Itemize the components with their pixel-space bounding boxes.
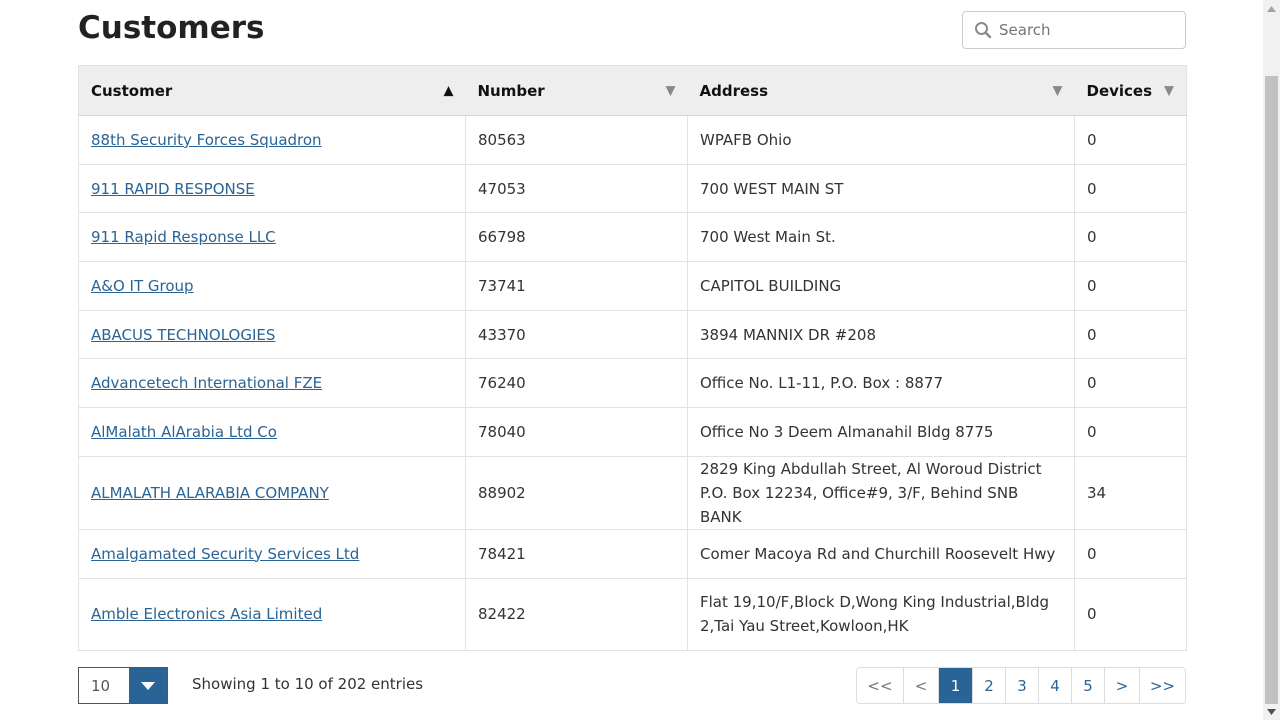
cell-number: 80563 xyxy=(465,115,688,165)
cell-devices: 0 xyxy=(1074,577,1187,651)
cell-number: 78040 xyxy=(465,407,688,457)
search-icon xyxy=(963,12,997,48)
cell-devices: 0 xyxy=(1074,115,1187,165)
cell-address: CAPITOL BUILDING xyxy=(687,261,1075,311)
cell-address: 3894 MANNIX DR #208 xyxy=(687,309,1075,360)
customer-link[interactable]: 911 Rapid Response LLC xyxy=(91,228,276,246)
pagination-page-2[interactable]: 2 xyxy=(972,668,1005,703)
cell-customer: Advancetech International FZE xyxy=(78,358,466,409)
cell-address: 700 West Main St. xyxy=(687,212,1075,263)
table-row: 911 Rapid Response LLC 66798 700 West Ma… xyxy=(78,212,1187,263)
column-label: Customer xyxy=(91,81,173,100)
cell-number: 66798 xyxy=(465,212,688,263)
column-header-customer[interactable]: Customer ▲ xyxy=(78,65,466,116)
cell-customer: 911 Rapid Response LLC xyxy=(78,212,466,263)
customer-link[interactable]: 911 RAPID RESPONSE xyxy=(91,180,255,198)
table-row: ABACUS TECHNOLOGIES 43370 3894 MANNIX DR… xyxy=(78,309,1187,360)
cell-devices: 0 xyxy=(1074,528,1187,579)
cell-devices: 0 xyxy=(1074,212,1187,263)
column-label: Address xyxy=(699,81,769,100)
cell-devices: 0 xyxy=(1074,163,1187,214)
vertical-scrollbar[interactable] xyxy=(1263,0,1280,720)
page-title: Customers xyxy=(78,10,265,46)
column-header-number[interactable]: Number ▼ xyxy=(465,65,688,116)
cell-devices: 34 xyxy=(1074,455,1187,530)
pagination-last[interactable]: >> xyxy=(1139,668,1185,703)
cell-customer: 911 RAPID RESPONSE xyxy=(78,163,466,214)
column-header-address[interactable]: Address ▼ xyxy=(687,65,1075,116)
cell-address: Office No. L1-11, P.O. Box : 8877 xyxy=(687,358,1075,409)
pagination: << < 1 2 3 4 5 > >> xyxy=(856,667,1186,704)
scroll-up-icon[interactable] xyxy=(1263,0,1280,17)
table-header-row: Customer ▲ Number ▼ Address ▼ Devices ▼ xyxy=(78,65,1187,116)
cell-customer: 88th Security Forces Squadron xyxy=(78,115,466,165)
table-row: 88th Security Forces Squadron 80563 WPAF… xyxy=(78,115,1187,165)
customer-link[interactable]: ALMALATH ALARABIA COMPANY xyxy=(91,484,329,502)
pagination-page-5[interactable]: 5 xyxy=(1071,668,1104,703)
search-box[interactable] xyxy=(962,11,1186,49)
table-row: 911 RAPID RESPONSE 47053 700 WEST MAIN S… xyxy=(78,163,1187,214)
customer-link[interactable]: Advancetech International FZE xyxy=(91,374,322,392)
cell-number: 76240 xyxy=(465,358,688,409)
pagination-first[interactable]: << xyxy=(857,668,903,703)
cell-devices: 0 xyxy=(1074,261,1187,311)
cell-devices: 0 xyxy=(1074,309,1187,360)
cell-address: Comer Macoya Rd and Churchill Roosevelt … xyxy=(687,528,1075,579)
scrollbar-thumb[interactable] xyxy=(1265,76,1278,704)
cell-customer: AlMalath AlArabia Ltd Co xyxy=(78,407,466,457)
page-length-select[interactable]: 10 xyxy=(78,667,168,704)
chevron-down-icon[interactable] xyxy=(129,668,167,703)
cell-address: 700 WEST MAIN ST xyxy=(687,163,1075,214)
sort-descending-icon: ▼ xyxy=(665,83,676,98)
cell-number: 78421 xyxy=(465,528,688,579)
sort-descending-icon: ▼ xyxy=(1164,83,1174,98)
cell-number: 82422 xyxy=(465,577,688,651)
customers-page: Customers Customer ▲ Number xyxy=(0,0,1280,720)
customer-link[interactable]: 88th Security Forces Squadron xyxy=(91,131,322,149)
cell-customer: Amble Electronics Asia Limited xyxy=(78,577,466,651)
table-row: ALMALATH ALARABIA COMPANY 88902 2829 Kin… xyxy=(78,455,1187,530)
cell-number: 88902 xyxy=(465,455,688,530)
cell-customer: Amalgamated Security Services Ltd xyxy=(78,528,466,579)
customer-link[interactable]: AlMalath AlArabia Ltd Co xyxy=(91,423,277,441)
cell-number: 73741 xyxy=(465,261,688,311)
cell-address: WPAFB Ohio xyxy=(687,115,1075,165)
cell-number: 47053 xyxy=(465,163,688,214)
search-input[interactable] xyxy=(997,20,1177,40)
cell-address: 2829 King Abdullah Street, Al Woroud Dis… xyxy=(687,455,1075,530)
pagination-next[interactable]: > xyxy=(1104,668,1139,703)
cell-devices: 0 xyxy=(1074,358,1187,409)
table-row: Amble Electronics Asia Limited 82422 Fla… xyxy=(78,577,1187,651)
sort-descending-icon: ▼ xyxy=(1052,83,1063,98)
column-label: Devices xyxy=(1086,81,1153,100)
cell-address: Flat 19,10/F,Block D,Wong King Industria… xyxy=(687,577,1075,651)
sort-ascending-icon: ▲ xyxy=(443,83,454,98)
customer-link[interactable]: A&O IT Group xyxy=(91,277,194,295)
table-info: Showing 1 to 10 of 202 entries xyxy=(192,675,424,693)
pagination-page-3[interactable]: 3 xyxy=(1005,668,1038,703)
pagination-previous[interactable]: < xyxy=(903,668,938,703)
pagination-page-1[interactable]: 1 xyxy=(938,668,972,703)
customers-table: Customer ▲ Number ▼ Address ▼ Devices ▼ xyxy=(78,65,1187,651)
customer-link[interactable]: Amble Electronics Asia Limited xyxy=(91,605,322,623)
cell-address: Office No 3 Deem Almanahil Bldg 8775 xyxy=(687,407,1075,457)
customer-link[interactable]: Amalgamated Security Services Ltd xyxy=(91,545,359,563)
pagination-page-4[interactable]: 4 xyxy=(1038,668,1071,703)
cell-number: 43370 xyxy=(465,309,688,360)
table-row: Advancetech International FZE 76240 Offi… xyxy=(78,358,1187,409)
table-row: A&O IT Group 73741 CAPITOL BUILDING 0 xyxy=(78,261,1187,311)
table-row: AlMalath AlArabia Ltd Co 78040 Office No… xyxy=(78,407,1187,457)
cell-devices: 0 xyxy=(1074,407,1187,457)
cell-customer: ALMALATH ALARABIA COMPANY xyxy=(78,455,466,530)
cell-customer: ABACUS TECHNOLOGIES xyxy=(78,309,466,360)
page-length-value: 10 xyxy=(91,676,111,695)
column-label: Number xyxy=(477,81,545,100)
scroll-down-icon[interactable] xyxy=(1263,703,1280,720)
table-row: Amalgamated Security Services Ltd 78421 … xyxy=(78,528,1187,579)
column-header-devices[interactable]: Devices ▼ xyxy=(1074,65,1187,116)
cell-customer: A&O IT Group xyxy=(78,261,466,311)
customer-link[interactable]: ABACUS TECHNOLOGIES xyxy=(91,326,275,344)
